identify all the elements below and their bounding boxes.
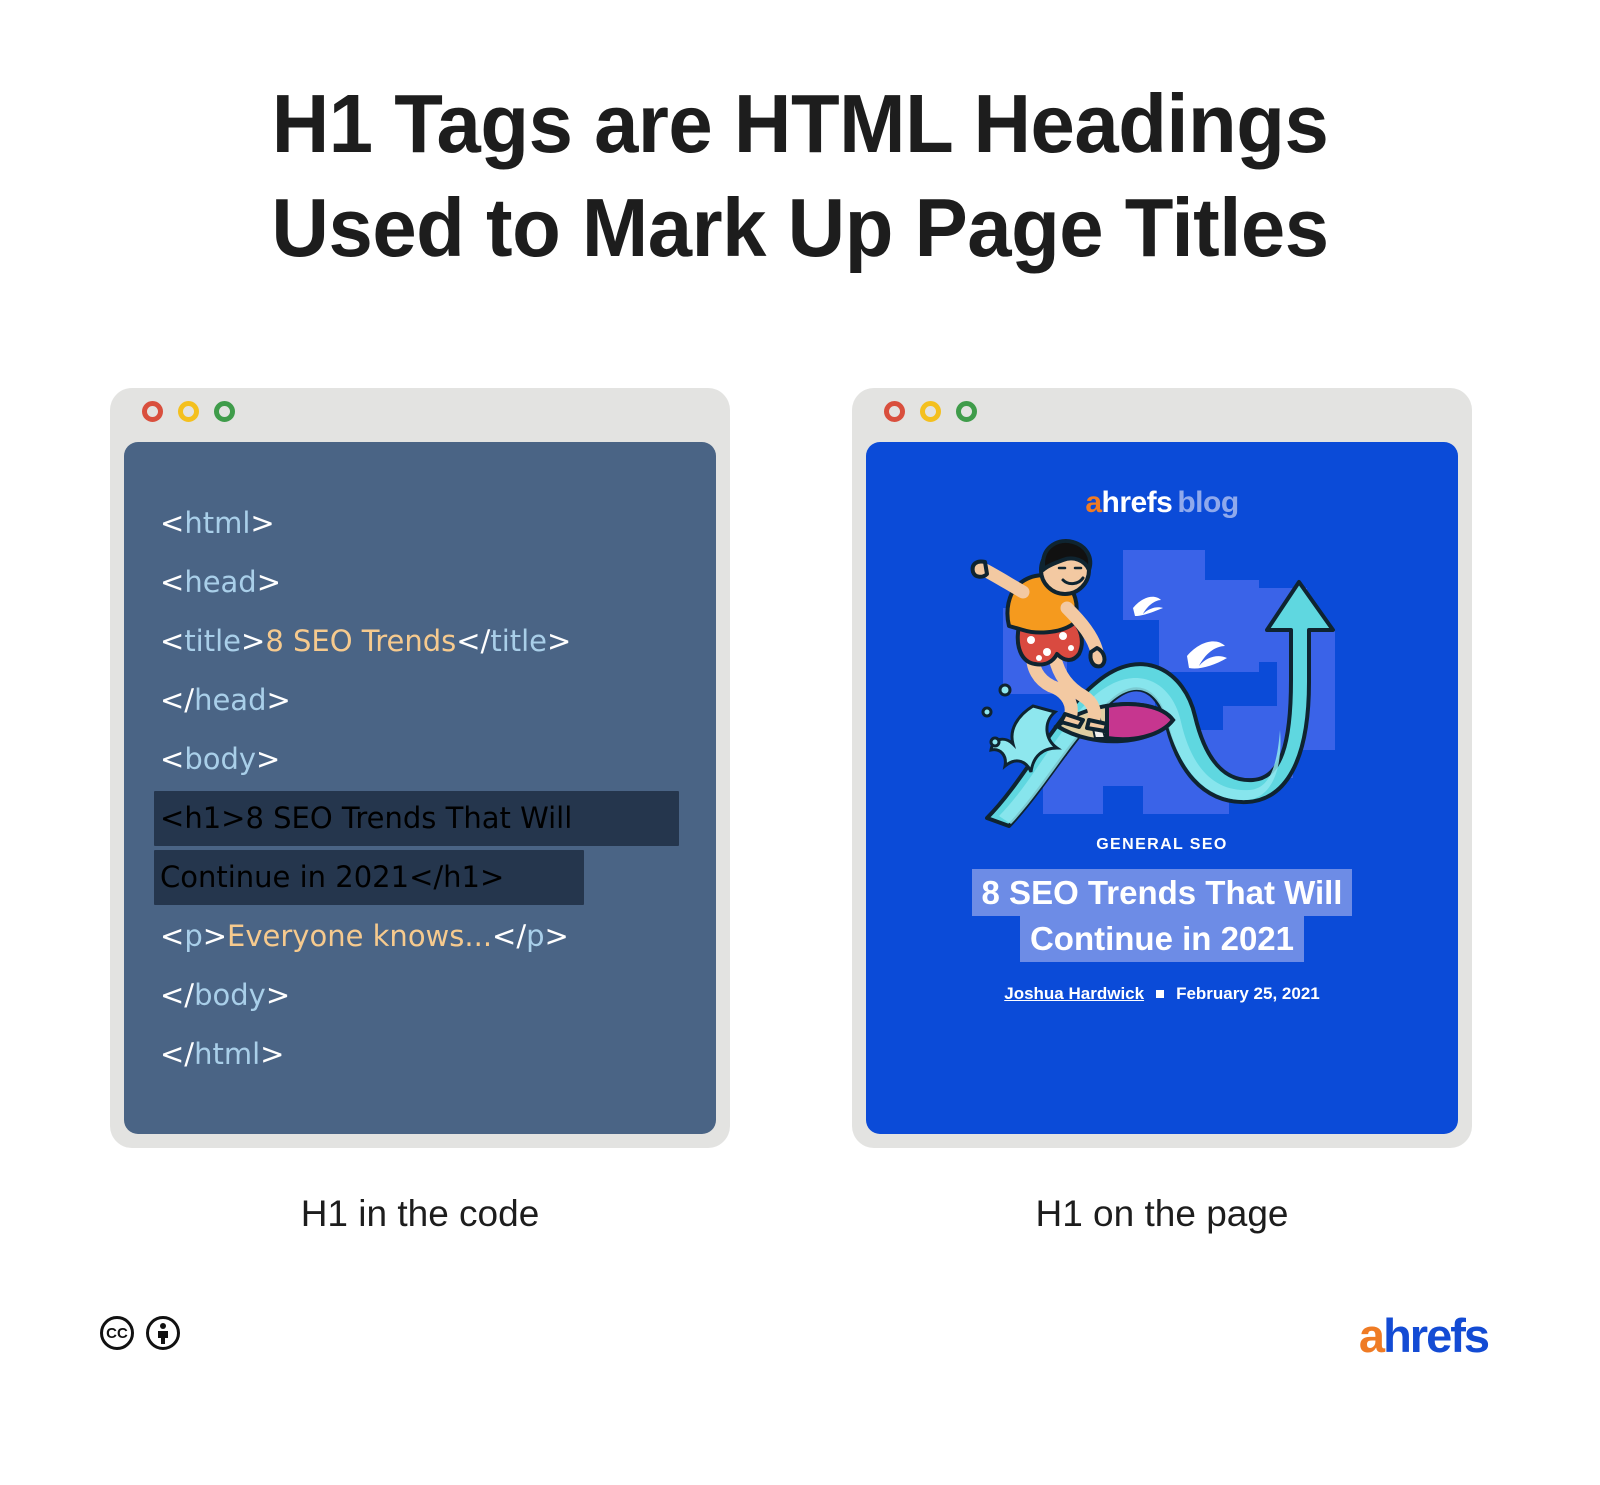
brand-text-hrefs: hrefs bbox=[1383, 1309, 1490, 1362]
code-token-brk: > bbox=[266, 683, 291, 717]
code-editor-area: <html> <head> <title>8 SEO Trends</title> <… bbox=[124, 442, 716, 1134]
code-line-html-close: </html> bbox=[124, 1025, 716, 1084]
code-token-brk: > bbox=[544, 919, 569, 953]
code-token-txt: 8 SEO Trends That Will bbox=[245, 801, 573, 835]
code-line-title: <title>8 SEO Trends</title> bbox=[124, 612, 716, 671]
code-token-brk: </ bbox=[160, 978, 195, 1012]
code-token-brk: </ bbox=[160, 683, 195, 717]
code-token-tag: h1 bbox=[443, 860, 480, 894]
code-token-brk: </ bbox=[492, 919, 527, 953]
code-token-tag: p bbox=[184, 919, 203, 953]
code-token-brk: < bbox=[160, 624, 185, 658]
code-token-brk: < bbox=[160, 506, 185, 540]
highlighted-h1-row1: <h1>8 SEO Trends That Will bbox=[124, 789, 716, 848]
code-token-txt: 8 SEO Trends bbox=[265, 624, 457, 658]
byline-author[interactable]: Joshua Hardwick bbox=[1004, 984, 1144, 1003]
code-window-chrome bbox=[110, 388, 730, 434]
code-token-brk: > bbox=[260, 1037, 285, 1071]
code-token-tag: head bbox=[194, 683, 267, 717]
code-browser-window: <html> <head> <title>8 SEO Trends</title> <… bbox=[110, 388, 730, 1148]
page-title-line-1: H1 Tags are HTML Headings bbox=[271, 77, 1329, 170]
logo-text-hrefs: hrefs bbox=[1101, 486, 1173, 519]
panels-row: <html> <head> <title>8 SEO Trends</title> <… bbox=[0, 388, 1600, 1158]
category-label: GENERAL SEO bbox=[1096, 836, 1228, 853]
page-headline-line-2: Continue in 2021 bbox=[1019, 915, 1305, 962]
logo-text-blog: blog bbox=[1177, 486, 1239, 519]
code-token-tag: body bbox=[184, 742, 257, 776]
brand-letter-a: a bbox=[1358, 1309, 1385, 1362]
person-glyph bbox=[158, 1323, 168, 1344]
cc-by-person-icon bbox=[146, 1316, 180, 1350]
code-token-txt: Continue in 2021 bbox=[160, 860, 410, 894]
code-token-tag: h1 bbox=[184, 801, 222, 835]
caption-code: H1 in the code bbox=[300, 1193, 540, 1234]
minimize-dot-yellow-icon[interactable] bbox=[920, 400, 941, 422]
caption-page: H1 on the page bbox=[1035, 1193, 1289, 1234]
highlight-text: Continue in 2021</h1> bbox=[124, 848, 504, 907]
code-token-brk: > bbox=[202, 919, 228, 953]
surfer-figure bbox=[970, 539, 1109, 733]
close-dot-red-icon[interactable] bbox=[142, 400, 163, 422]
code-token-brk: > bbox=[221, 801, 246, 835]
highlighted-h1-row2: Continue in 2021</h1> bbox=[124, 848, 716, 907]
code-line-body-close: </body> bbox=[124, 966, 716, 1025]
surfer-arrow-illustration bbox=[970, 539, 1335, 828]
code-token-tag: html bbox=[194, 1037, 261, 1071]
code-lines-bottom: <p>Everyone knows...</p> </body> </html> bbox=[124, 907, 716, 1084]
code-token-tag: body bbox=[194, 978, 266, 1012]
blog-page-area: ahrefs blog GENERAL SEO 8 SEO Trends Tha… bbox=[866, 442, 1458, 1134]
code-lines-top: <html> <head> <title>8 SEO Trends</title> <… bbox=[124, 494, 716, 789]
code-token-brk: > bbox=[547, 624, 572, 658]
highlight-text: <h1>8 SEO Trends That Will bbox=[124, 789, 572, 848]
byline-separator-icon bbox=[1156, 989, 1165, 998]
code-line-html-open: <html> bbox=[124, 494, 716, 553]
ahrefs-blog-logo[interactable]: ahrefs blog bbox=[866, 486, 1458, 520]
page-window-chrome bbox=[852, 388, 1472, 434]
highlighted-h1-block: <h1>8 SEO Trends That Will Continue in 20… bbox=[124, 789, 716, 907]
code-token-brk: > bbox=[256, 742, 281, 776]
byline: Joshua Hardwick February 25, 2021 bbox=[866, 984, 1458, 1004]
code-line-head-close: </head> bbox=[124, 671, 716, 730]
minimize-dot-yellow-icon[interactable] bbox=[178, 400, 199, 422]
code-token-tag: head bbox=[184, 565, 257, 599]
code-token-brk: < bbox=[160, 801, 185, 835]
code-token-brk: < bbox=[160, 565, 185, 599]
close-dot-red-icon[interactable] bbox=[884, 400, 905, 422]
code-line-body-open: <body> bbox=[124, 730, 716, 789]
code-token-brk: < bbox=[160, 742, 185, 776]
page-browser-window: ahrefs blog GENERAL SEO 8 SEO Trends Tha… bbox=[852, 388, 1472, 1148]
code-token-txt: Everyone knows... bbox=[227, 919, 493, 953]
code-line-head-open: <head> bbox=[124, 553, 716, 612]
code-token-tag: title bbox=[490, 624, 548, 658]
logo-letter-a: a bbox=[1085, 486, 1102, 519]
cc-icon: CC bbox=[100, 1316, 134, 1350]
page-title-line-2: Used to Mark Up Page Titles bbox=[271, 181, 1329, 274]
code-token-tag: p bbox=[526, 919, 545, 953]
maximize-dot-green-icon[interactable] bbox=[956, 400, 977, 422]
page-headline-line-1: 8 SEO Trends That Will bbox=[971, 869, 1353, 916]
page-headline: 8 SEO Trends That Will Continue in 2021 bbox=[866, 869, 1458, 962]
code-token-brk: </ bbox=[456, 624, 491, 658]
page-title: H1 Tags are HTML Headings Used to Mark U… bbox=[0, 72, 1600, 280]
code-token-brk: </ bbox=[160, 1037, 195, 1071]
code-token-tag: title bbox=[184, 624, 242, 658]
maximize-dot-green-icon[interactable] bbox=[214, 400, 235, 422]
byline-date: February 25, 2021 bbox=[1176, 984, 1320, 1003]
code-token-brk: > bbox=[241, 624, 266, 658]
code-token-brk: > bbox=[256, 565, 282, 599]
code-token-brk: > bbox=[265, 978, 291, 1012]
code-token-tag: html bbox=[184, 506, 251, 540]
creative-commons-badges: CC bbox=[100, 1316, 180, 1350]
code-line-p: <p>Everyone knows...</p> bbox=[124, 907, 716, 966]
code-token-brk: < bbox=[160, 919, 185, 953]
code-token-brk: > bbox=[250, 506, 275, 540]
ahrefs-brand-logo[interactable]: ahrefs bbox=[1358, 1308, 1490, 1363]
code-token-brk: </ bbox=[409, 860, 444, 894]
code-token-brk: > bbox=[480, 860, 505, 894]
